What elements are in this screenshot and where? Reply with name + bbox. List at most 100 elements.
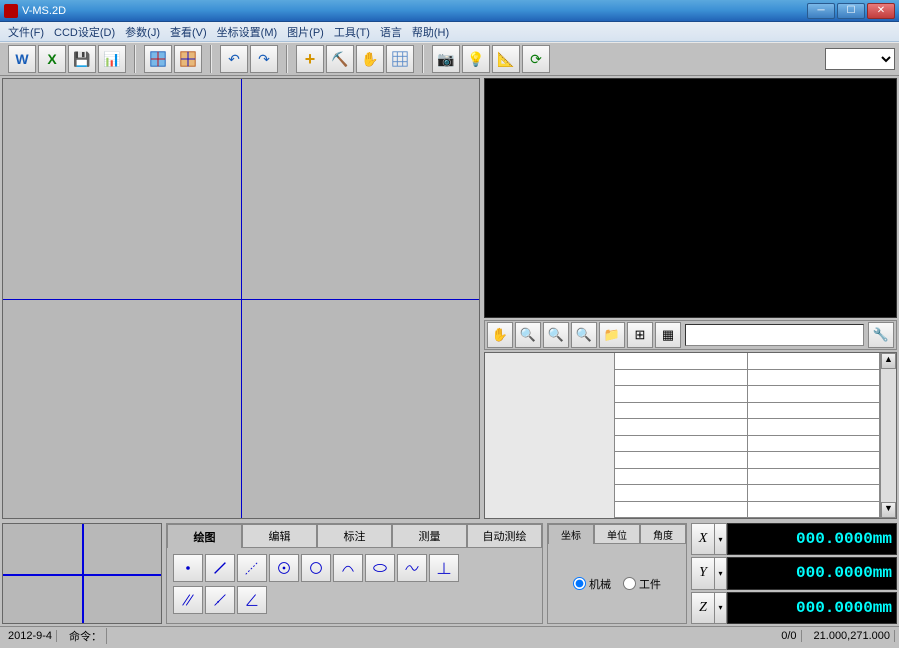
zoom-out-button[interactable]: 🔍 [543, 322, 569, 348]
minimize-button[interactable]: ─ [807, 3, 835, 19]
table-cell[interactable] [615, 386, 748, 402]
circle-center-tool[interactable] [269, 554, 299, 582]
redo-button[interactable]: ↷ [250, 45, 278, 73]
close-button[interactable]: ✕ [867, 3, 895, 19]
folder-button[interactable]: 📁 [599, 322, 625, 348]
menu-lang[interactable]: 语言 [376, 22, 406, 42]
table-cell[interactable] [615, 419, 748, 435]
tab-auto[interactable]: 自动测绘 [467, 524, 542, 548]
vertical-scrollbar[interactable]: ▲ ▼ [880, 353, 896, 518]
coord-tab-unit[interactable]: 单位 [594, 524, 640, 544]
point-tool[interactable] [173, 554, 203, 582]
line-tool[interactable] [205, 554, 235, 582]
camera-button[interactable]: 📷 [432, 45, 460, 73]
axis-z-value: 000.0000mm [727, 592, 897, 624]
menu-image[interactable]: 图片(P) [283, 22, 328, 42]
table-cell[interactable] [748, 469, 881, 485]
pan-button[interactable]: ✋ [487, 322, 513, 348]
tangent-tool[interactable] [205, 586, 235, 614]
menubar: 文件(F) CCD设定(D) 参数(J) 查看(V) 坐标设置(M) 图片(P)… [0, 22, 899, 42]
menu-tools[interactable]: 工具(T) [330, 22, 374, 42]
menu-view[interactable]: 查看(V) [166, 22, 211, 42]
spline-tool[interactable] [397, 554, 427, 582]
scroll-down-button[interactable]: ▼ [881, 502, 896, 518]
layout-button[interactable]: ⊞ [627, 322, 653, 348]
maximize-button[interactable]: ☐ [837, 3, 865, 19]
main-viewport[interactable] [2, 78, 480, 519]
search-cam-button[interactable]: 🔧 [868, 322, 894, 348]
coord-mode-panel: 坐标 单位 角度 机械 工件 [547, 523, 687, 624]
menu-file[interactable]: 文件(F) [4, 22, 48, 42]
status-ratio: 0/0 [777, 630, 801, 642]
menu-ccd[interactable]: CCD设定(D) [50, 22, 119, 42]
grid-toggle-button[interactable] [386, 45, 414, 73]
tab-draw[interactable]: 绘图 [167, 524, 242, 548]
grid-b-button[interactable] [174, 45, 202, 73]
angle-tool[interactable] [237, 586, 267, 614]
undo-button[interactable]: ↶ [220, 45, 248, 73]
data-list[interactable] [485, 353, 615, 518]
coord-tab-angle[interactable]: 角度 [640, 524, 686, 544]
table-cell[interactable] [615, 502, 748, 518]
zoom-fit-button[interactable]: 🔍 [571, 322, 597, 348]
perpendicular-tool[interactable] [429, 554, 459, 582]
app-icon [4, 4, 18, 18]
camera-input[interactable] [685, 324, 864, 346]
chart-button[interactable]: 📊 [98, 45, 126, 73]
overview-viewport[interactable] [2, 523, 162, 624]
titlebar: V-MS.2D ─ ☐ ✕ [0, 0, 899, 22]
overview-crosshair-v [82, 524, 84, 623]
table-cell[interactable] [748, 353, 881, 369]
toolbar-select[interactable] [825, 48, 895, 70]
data-panel: ▲ ▼ [484, 352, 897, 519]
table-cell[interactable] [615, 370, 748, 386]
grid-cam-button[interactable]: ▦ [655, 322, 681, 348]
word-export-button[interactable]: W [8, 45, 36, 73]
radio-machine[interactable]: 机械 [573, 576, 611, 592]
table-cell[interactable] [615, 436, 748, 452]
circle-tool[interactable] [301, 554, 331, 582]
table-cell[interactable] [748, 370, 881, 386]
axis-x-dropdown[interactable]: ▾ [715, 523, 727, 555]
pick-button[interactable]: ⛏️ [326, 45, 354, 73]
table-cell[interactable] [615, 403, 748, 419]
light-button[interactable]: 💡 [462, 45, 490, 73]
menu-params[interactable]: 参数(J) [121, 22, 164, 42]
status-cmd: 命令： [65, 628, 107, 644]
ellipse-tool[interactable] [365, 554, 395, 582]
refresh-button[interactable]: ⟳ [522, 45, 550, 73]
table-cell[interactable] [748, 403, 881, 419]
axis-z-dropdown[interactable]: ▾ [715, 592, 727, 624]
menu-help[interactable]: 帮助(H) [408, 22, 453, 42]
measure-button[interactable]: 📐 [492, 45, 520, 73]
table-cell[interactable] [748, 386, 881, 402]
add-button[interactable]: + [296, 45, 324, 73]
scroll-up-button[interactable]: ▲ [881, 353, 896, 369]
table-cell[interactable] [615, 452, 748, 468]
save-button[interactable]: 💾 [68, 45, 96, 73]
main-toolbar: W X 💾 📊 ↶ ↷ + ⛏️ ✋ 📷 💡 📐 ⟳ [0, 42, 899, 76]
table-cell[interactable] [615, 469, 748, 485]
coord-tab-coord[interactable]: 坐标 [548, 524, 594, 544]
table-cell[interactable] [748, 419, 881, 435]
parallel-tool[interactable] [173, 586, 203, 614]
table-cell[interactable] [748, 452, 881, 468]
axis-y-dropdown[interactable]: ▾ [715, 557, 727, 589]
grid-a-button[interactable] [144, 45, 172, 73]
tab-annotate[interactable]: 标注 [317, 524, 392, 548]
arc-tool[interactable] [333, 554, 363, 582]
polyline-tool[interactable] [237, 554, 267, 582]
table-cell[interactable] [748, 485, 881, 501]
excel-export-button[interactable]: X [38, 45, 66, 73]
tab-measure[interactable]: 测量 [392, 524, 467, 548]
table-cell[interactable] [748, 502, 881, 518]
table-cell[interactable] [748, 436, 881, 452]
camera-view[interactable] [484, 78, 897, 318]
radio-workpiece[interactable]: 工件 [623, 576, 661, 592]
menu-coord[interactable]: 坐标设置(M) [213, 22, 282, 42]
hand-button[interactable]: ✋ [356, 45, 384, 73]
zoom-in-button[interactable]: 🔍 [515, 322, 541, 348]
tab-edit[interactable]: 编辑 [242, 524, 317, 548]
table-cell[interactable] [615, 485, 748, 501]
table-cell[interactable] [615, 353, 748, 369]
